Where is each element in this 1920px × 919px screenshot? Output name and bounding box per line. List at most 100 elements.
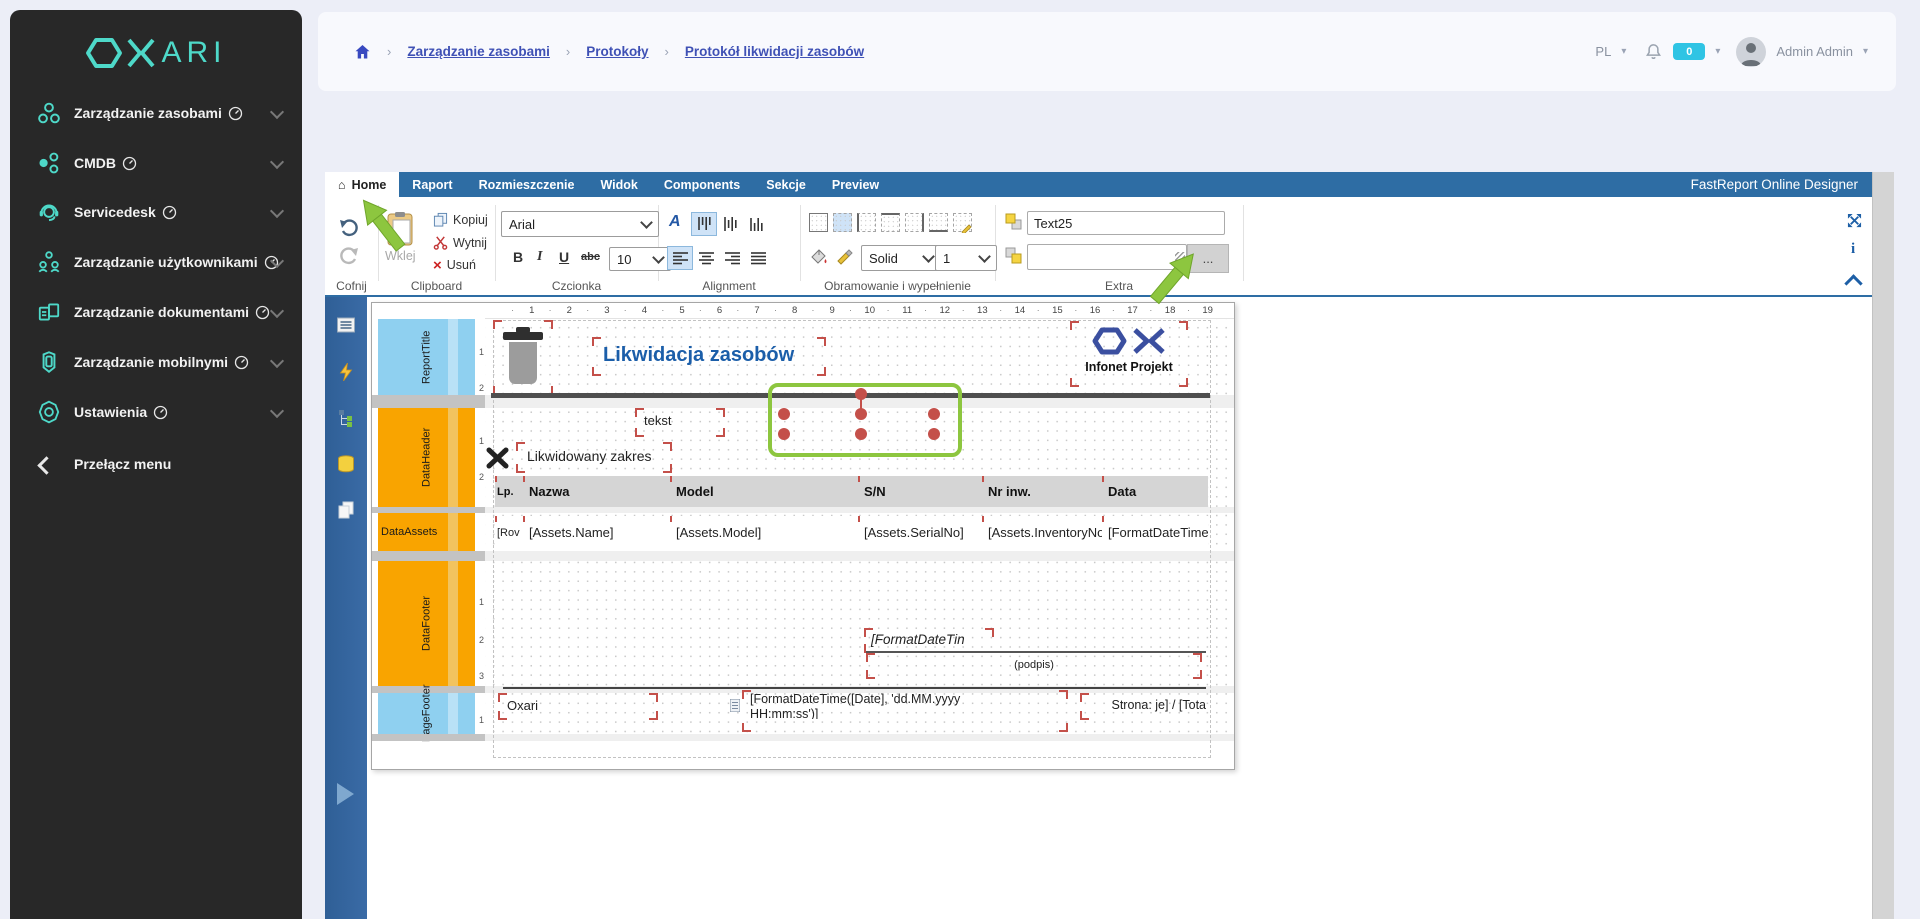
band-label-dataassets[interactable]: DataAssets [378,513,475,551]
text-object-oxari[interactable]: Oxari [500,695,656,718]
tab-components[interactable]: Components [651,172,753,197]
copy-button[interactable]: Kopiuj [433,212,488,227]
tab-home[interactable]: ⌂Home [325,172,399,197]
line-object-title-separator[interactable] [491,393,1210,398]
delete-button[interactable]: × Usuń [433,258,476,272]
tab-raport[interactable]: Raport [399,172,465,197]
table-header-cell[interactable]: Nazwa [523,476,670,507]
text-object-datetime[interactable]: [FormatDateTime([Date], 'dd.MM.yyyy HH:m… [744,692,1066,730]
chevron-down-icon[interactable]: ▾ [1863,46,1868,57]
selection-handle[interactable] [855,388,867,400]
breadcrumb-current[interactable]: Protokół likwidacji zasobów [685,44,864,59]
expression-input[interactable] [1027,244,1187,270]
sidebar-item-zarzadzanie-uzytkownikami[interactable]: Zarządzanie użytkownikami [10,241,302,283]
align-justify-button[interactable] [745,246,771,270]
sidebar-toggle-menu[interactable]: Przełącz menu [10,443,302,485]
tab-preview[interactable]: Preview [819,172,892,197]
sidebar-item-ustawienia[interactable]: Ustawienia [10,391,302,433]
chevron-down-icon[interactable]: ▾ [1715,46,1720,57]
fill-color-button[interactable] [809,247,828,265]
band-label-pagefooter[interactable]: PageFooter [378,693,475,734]
table-field-cell[interactable]: [Assets.SerialNo] [858,516,982,549]
border-top-button[interactable] [881,213,900,232]
table-header-row[interactable]: Lp.NazwaModelS/NNr inw.Data [495,476,1208,507]
pages-button[interactable] [337,501,355,524]
align-left-button[interactable] [667,246,693,270]
sidebar-item-zarzadzanie-mobilnymi[interactable]: Zarządzanie mobilnymi [10,341,302,383]
table-field-cell[interactable]: [Assets.Model] [670,516,858,549]
border-width-select[interactable]: 1 [935,245,997,271]
border-style-select[interactable]: Solid [861,245,941,271]
font-family-select[interactable]: Arial [501,211,659,237]
avatar[interactable] [1736,37,1766,67]
events-panel-button[interactable] [339,363,354,386]
send-to-back-button[interactable] [1005,247,1023,265]
border-edit-button[interactable] [953,213,972,232]
table-data-row[interactable]: [Rov[Assets.Name][Assets.Model][Assets.S… [495,516,1208,549]
picture-object-trash[interactable] [495,322,551,393]
resize-grip-icon[interactable] [1175,252,1185,262]
border-none-button[interactable] [833,213,852,232]
table-field-cell[interactable]: [Rov [495,516,523,549]
band-label-datafooter[interactable]: DataFooter [378,561,475,686]
text-object-podpis[interactable]: (podpis) [868,655,1200,677]
selection-handle[interactable] [855,408,867,420]
table-header-cell[interactable]: Lp. [495,476,523,507]
strikethrough-button[interactable]: abc [581,251,600,263]
vertical-scrollbar[interactable] [1872,172,1894,919]
selection-handle[interactable] [928,408,940,420]
selection-handle[interactable] [778,428,790,440]
italic-button[interactable]: I [537,249,542,265]
border-all-button[interactable] [809,213,828,232]
border-color-button[interactable] [835,247,853,265]
underline-button[interactable]: U [559,249,569,265]
notification-badge[interactable]: 0 [1673,43,1705,60]
line-object-signature[interactable] [866,651,1206,653]
band-label-reporttitle[interactable]: ReportTitle [378,319,475,395]
language-select[interactable]: PL [1595,44,1611,59]
line-object-pagefooter[interactable] [503,687,1206,689]
breadcrumb-link-zasoby[interactable]: Zarządzanie zasobami [407,44,550,59]
preview-run-button[interactable] [337,783,354,805]
info-button[interactable]: i [1851,241,1855,258]
font-color-button[interactable]: A [669,213,681,231]
border-bottom-button[interactable] [929,213,948,232]
table-header-cell[interactable]: Nr inw. [982,476,1102,507]
text-object-likwidowany-zakres[interactable]: Likwidowany zakres [518,444,670,471]
report-canvas[interactable]: 12345678910111213141516171819 ReportTitl… [371,302,1235,770]
bring-to-front-button[interactable] [1005,213,1023,231]
align-right-button[interactable] [719,246,745,270]
band-label-dataheader[interactable]: DataHeader [378,408,475,507]
bold-button[interactable]: B [513,249,523,265]
table-header-cell[interactable]: Model [670,476,858,507]
valign-center-button[interactable] [717,212,743,236]
text-object-page-number[interactable]: Strona: je] / [Tota [1082,695,1208,718]
undo-button[interactable] [339,219,359,237]
cut-button[interactable]: Wytnij [433,235,487,250]
tab-sekcje[interactable]: Sekcje [753,172,819,197]
align-center-button[interactable] [693,246,719,270]
chevron-down-icon[interactable]: ▾ [1621,46,1626,57]
sidebar-item-zarzadzanie-dokumentami[interactable]: Zarządzanie dokumentami [10,291,302,333]
font-size-select[interactable]: 10 [609,247,671,271]
selection-handle[interactable] [855,428,867,440]
border-left-button[interactable] [857,213,876,232]
text-object-report-title[interactable]: Likwidacja zasobów [594,339,824,374]
table-field-cell[interactable]: [Assets.InventoryNo [982,516,1102,549]
table-field-cell[interactable]: [FormatDateTime [1102,516,1208,549]
x-mark-icon[interactable] [485,446,511,470]
bell-icon[interactable] [1644,42,1663,61]
user-name[interactable]: Admin Admin [1776,44,1853,59]
valign-bottom-button[interactable] [743,212,769,236]
object-name-input[interactable] [1027,211,1225,235]
redo-button[interactable] [339,247,359,265]
breadcrumb-link-protokoly[interactable]: Protokoły [586,44,648,59]
selection-handle[interactable] [778,408,790,420]
picture-object-company-logo[interactable]: Infonet Projekt [1072,323,1186,385]
tab-rozmieszczenie[interactable]: Rozmieszczenie [466,172,588,197]
valign-top-button[interactable] [691,212,717,236]
sidebar-item-cmdb[interactable]: CMDB [10,142,302,184]
tab-widok[interactable]: Widok [587,172,650,197]
selection-handle[interactable] [928,428,940,440]
sidebar-item-servicedesk[interactable]: Servicedesk [10,191,302,233]
